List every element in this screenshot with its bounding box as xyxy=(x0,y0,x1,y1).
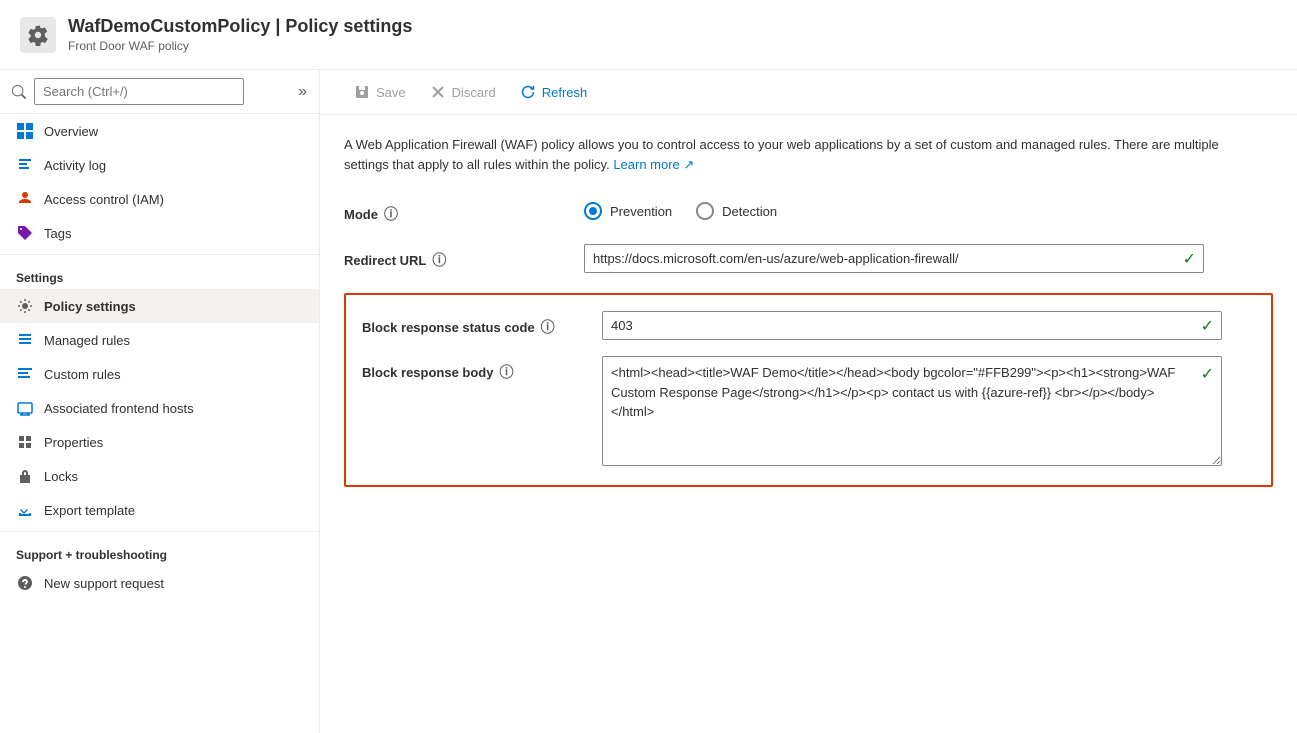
detection-radio[interactable] xyxy=(696,202,714,220)
activity-log-icon xyxy=(16,156,34,174)
save-icon xyxy=(354,84,370,100)
sidebar-divider-1 xyxy=(0,254,319,255)
sidebar: » Overview Activity log xyxy=(0,70,320,733)
response-body-textarea-wrapper: <html><head><title>WAF Demo</title></hea… xyxy=(602,356,1222,469)
search-bar: » xyxy=(0,70,319,114)
toolbar: Save Discard Refresh xyxy=(320,70,1297,115)
search-input[interactable] xyxy=(34,78,244,105)
frontend-hosts-icon xyxy=(16,399,34,417)
redirect-url-input[interactable] xyxy=(584,244,1204,273)
redirect-url-input-wrapper: ✓ xyxy=(584,244,1204,273)
refresh-icon xyxy=(520,84,536,100)
sidebar-label-policy-settings: Policy settings xyxy=(44,299,136,314)
support-section-title: Support + troubleshooting xyxy=(0,536,319,566)
settings-section-title: Settings xyxy=(0,259,319,289)
sidebar-item-support-request[interactable]: New support request xyxy=(0,566,319,600)
sidebar-item-custom-rules[interactable]: Custom rules xyxy=(0,357,319,391)
sidebar-label-export-template: Export template xyxy=(44,503,135,518)
sidebar-item-properties[interactable]: Properties xyxy=(0,425,319,459)
mode-info-icon[interactable]: ⓘ xyxy=(384,204,398,224)
sidebar-item-locks[interactable]: Locks xyxy=(0,459,319,493)
detection-option[interactable]: Detection xyxy=(696,202,777,220)
sidebar-item-access-control[interactable]: Access control (IAM) xyxy=(0,182,319,216)
discard-button[interactable]: Discard xyxy=(420,78,506,106)
redirect-url-control: ✓ xyxy=(584,244,1204,273)
sidebar-label-tags: Tags xyxy=(44,226,71,241)
sidebar-item-frontend-hosts[interactable]: Associated frontend hosts xyxy=(0,391,319,425)
content-area: Save Discard Refresh A Web Application F… xyxy=(320,70,1297,733)
sidebar-label-frontend-hosts: Associated frontend hosts xyxy=(44,401,194,416)
response-body-info-icon[interactable]: ⓘ xyxy=(499,362,513,382)
main-content: A Web Application Firewall (WAF) policy … xyxy=(320,115,1297,733)
sidebar-divider-2 xyxy=(0,531,319,532)
response-body-row: Block response body ⓘ <html><head><title… xyxy=(362,356,1255,469)
status-code-check: ✓ xyxy=(1201,316,1214,336)
tags-icon xyxy=(16,224,34,242)
sidebar-label-activity-log: Activity log xyxy=(44,158,106,173)
sidebar-label-access-control: Access control (IAM) xyxy=(44,192,164,207)
redirect-url-info-icon[interactable]: ⓘ xyxy=(432,250,446,270)
status-code-info-icon[interactable]: ⓘ xyxy=(541,317,555,337)
sidebar-label-overview: Overview xyxy=(44,124,98,139)
mode-radio-group: Prevention Detection xyxy=(584,198,1204,220)
block-response-box: Block response status code ⓘ ✓ Block res… xyxy=(344,293,1273,487)
refresh-label: Refresh xyxy=(542,85,588,100)
sidebar-label-properties: Properties xyxy=(44,435,103,450)
redirect-url-check: ✓ xyxy=(1183,249,1196,269)
status-code-control: ✓ xyxy=(602,311,1222,340)
collapse-icon[interactable]: » xyxy=(298,83,307,101)
redirect-url-row: Redirect URL ⓘ ✓ xyxy=(344,244,1273,273)
status-code-input-wrapper: ✓ xyxy=(602,311,1222,340)
discard-icon xyxy=(430,84,446,100)
response-body-label: Block response body ⓘ xyxy=(362,356,602,382)
export-template-icon xyxy=(16,501,34,519)
properties-icon xyxy=(16,433,34,451)
page-header: WafDemoCustomPolicy | Policy settings Fr… xyxy=(0,0,1297,70)
discard-label: Discard xyxy=(452,85,496,100)
sidebar-label-support-request: New support request xyxy=(44,576,164,591)
response-body-textarea[interactable]: <html><head><title>WAF Demo</title></hea… xyxy=(602,356,1222,466)
description-text: A Web Application Firewall (WAF) policy … xyxy=(344,135,1244,174)
title-area: WafDemoCustomPolicy | Policy settings Fr… xyxy=(68,16,412,53)
locks-icon xyxy=(16,467,34,485)
prevention-option[interactable]: Prevention xyxy=(584,202,672,220)
redirect-url-label: Redirect URL ⓘ xyxy=(344,244,584,270)
status-code-input[interactable] xyxy=(602,311,1222,340)
response-body-control: <html><head><title>WAF Demo</title></hea… xyxy=(602,356,1222,469)
sidebar-item-tags[interactable]: Tags xyxy=(0,216,319,250)
status-code-row: Block response status code ⓘ ✓ xyxy=(362,311,1255,340)
support-request-icon xyxy=(16,574,34,592)
sidebar-label-custom-rules: Custom rules xyxy=(44,367,121,382)
page-subtitle: Front Door WAF policy xyxy=(68,39,412,53)
overview-icon xyxy=(16,122,34,140)
page-title: WafDemoCustomPolicy | Policy settings xyxy=(68,16,412,37)
mode-row: Mode ⓘ Prevention Detection xyxy=(344,198,1273,224)
save-button[interactable]: Save xyxy=(344,78,416,106)
sidebar-item-export-template[interactable]: Export template xyxy=(0,493,319,527)
sidebar-label-locks: Locks xyxy=(44,469,78,484)
mode-control: Prevention Detection xyxy=(584,198,1204,220)
managed-rules-icon xyxy=(16,331,34,349)
status-code-label: Block response status code ⓘ xyxy=(362,311,602,337)
sidebar-label-managed-rules: Managed rules xyxy=(44,333,130,348)
custom-rules-icon xyxy=(16,365,34,383)
mode-label: Mode ⓘ xyxy=(344,198,584,224)
sidebar-item-activity-log[interactable]: Activity log xyxy=(0,148,319,182)
search-icon xyxy=(12,85,26,99)
response-body-check: ✓ xyxy=(1201,364,1214,384)
policy-settings-icon xyxy=(16,297,34,315)
prevention-radio[interactable] xyxy=(584,202,602,220)
refresh-button[interactable]: Refresh xyxy=(510,78,598,106)
sidebar-item-managed-rules[interactable]: Managed rules xyxy=(0,323,319,357)
save-label: Save xyxy=(376,85,406,100)
access-control-icon xyxy=(16,190,34,208)
sidebar-nav: Overview Activity log Access control (IA… xyxy=(0,114,319,733)
learn-more-link[interactable]: Learn more ↗ xyxy=(613,157,694,172)
resource-icon xyxy=(20,17,56,53)
sidebar-item-overview[interactable]: Overview xyxy=(0,114,319,148)
sidebar-item-policy-settings[interactable]: Policy settings xyxy=(0,289,319,323)
